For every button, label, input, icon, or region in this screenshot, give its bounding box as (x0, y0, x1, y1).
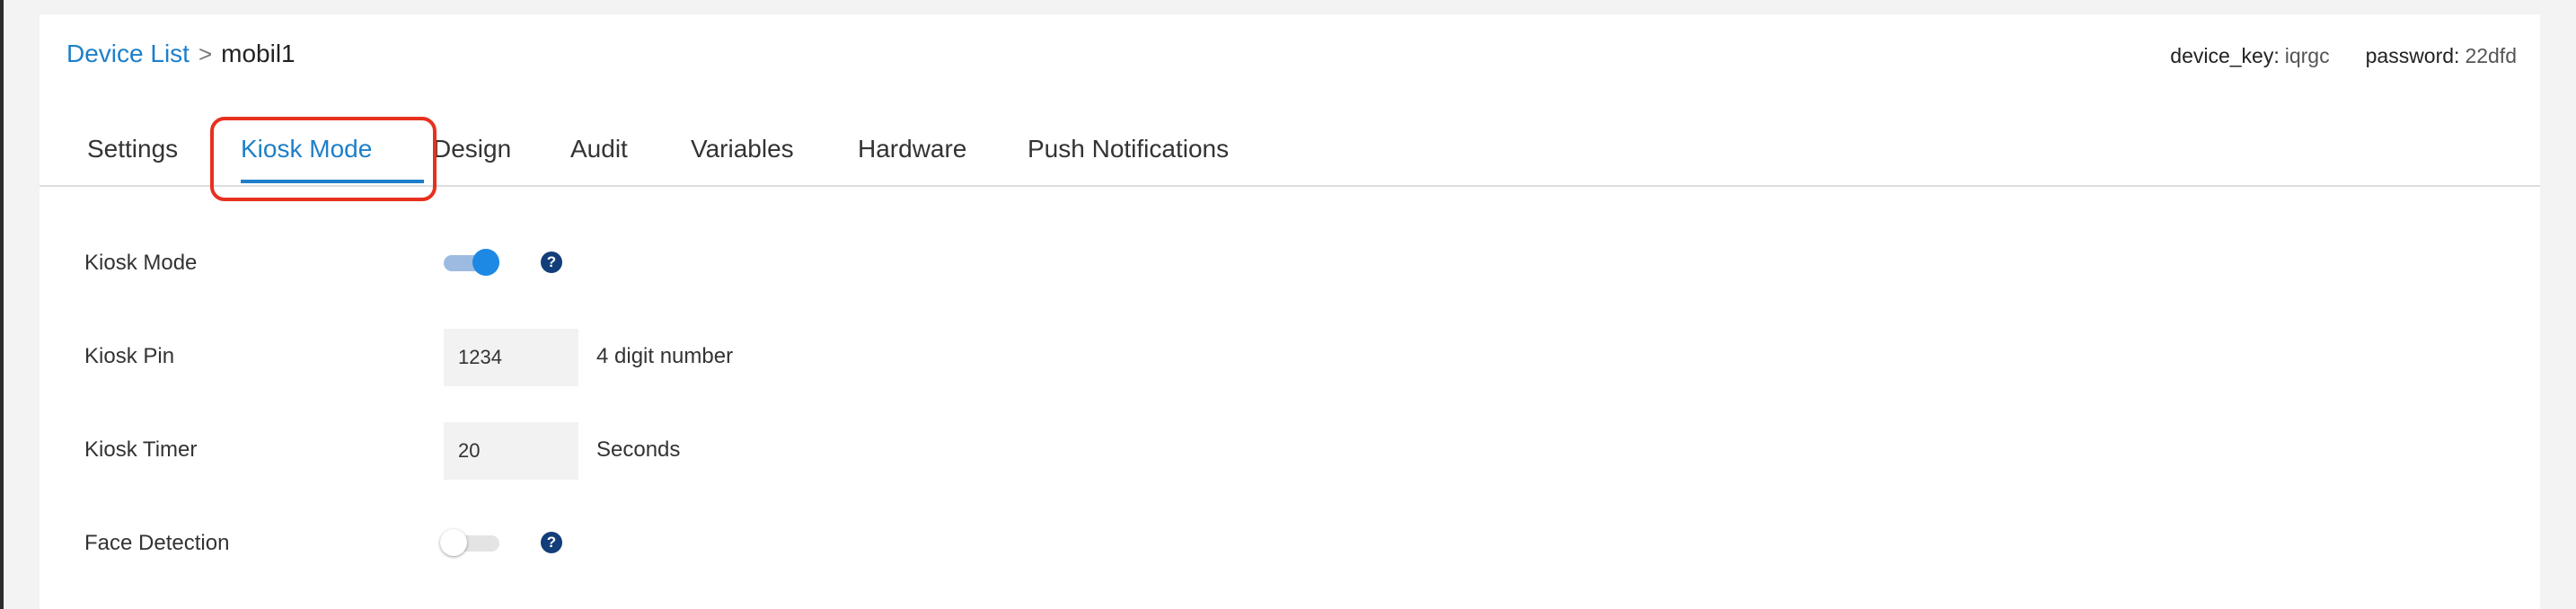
device-credentials: device_key: iqrgc password: 22dfd (2170, 38, 2517, 74)
breadcrumb: Device List > mobil1 (66, 36, 296, 72)
kiosk-pin-hint: 4 digit number (596, 344, 734, 368)
password-label: password: (2365, 43, 2460, 67)
kiosk-timer-input[interactable] (444, 422, 578, 480)
device-key-label: device_key: (2170, 43, 2280, 67)
breadcrumb-current-device: mobil1 (221, 40, 296, 67)
window-left-edge (0, 0, 4, 609)
tab-audit[interactable]: Audit (570, 135, 628, 163)
face-detection-label: Face Detection (84, 531, 230, 555)
kiosk-pin-input[interactable] (444, 329, 578, 386)
tab-variables[interactable]: Variables (691, 135, 794, 163)
breadcrumb-device-list-link[interactable]: Device List (66, 40, 190, 68)
tab-hardware[interactable]: Hardware (858, 135, 966, 163)
kiosk-pin-label: Kiosk Pin (84, 344, 175, 368)
kiosk-mode-toggle[interactable] (444, 244, 499, 280)
tab-design[interactable]: Design (433, 135, 511, 163)
kiosk-timer-unit: Seconds (596, 437, 681, 462)
device-settings-panel: Device List > mobil1 device_key: iqrgc p… (40, 14, 2540, 609)
kiosk-mode-label: Kiosk Mode (84, 251, 198, 275)
face-detection-toggle[interactable] (440, 525, 499, 560)
question-circle-icon[interactable]: ? (541, 532, 562, 553)
tab-settings[interactable]: Settings (87, 135, 178, 163)
tab-bar: Settings Kiosk Mode Design Audit Variabl… (40, 115, 2540, 201)
question-circle-icon[interactable]: ? (541, 252, 562, 273)
active-tab-indicator (241, 180, 424, 183)
toggle-knob (472, 249, 499, 276)
tab-push-notifications[interactable]: Push Notifications (1028, 135, 1229, 163)
kiosk-timer-label: Kiosk Timer (84, 437, 198, 462)
breadcrumb-chevron-right-icon: > (198, 40, 213, 67)
tab-kiosk-mode[interactable]: Kiosk Mode (241, 135, 372, 163)
device-key-value: iqrgc (2284, 43, 2330, 67)
toggle-knob (440, 529, 467, 556)
password-value: 22dfd (2465, 43, 2517, 67)
